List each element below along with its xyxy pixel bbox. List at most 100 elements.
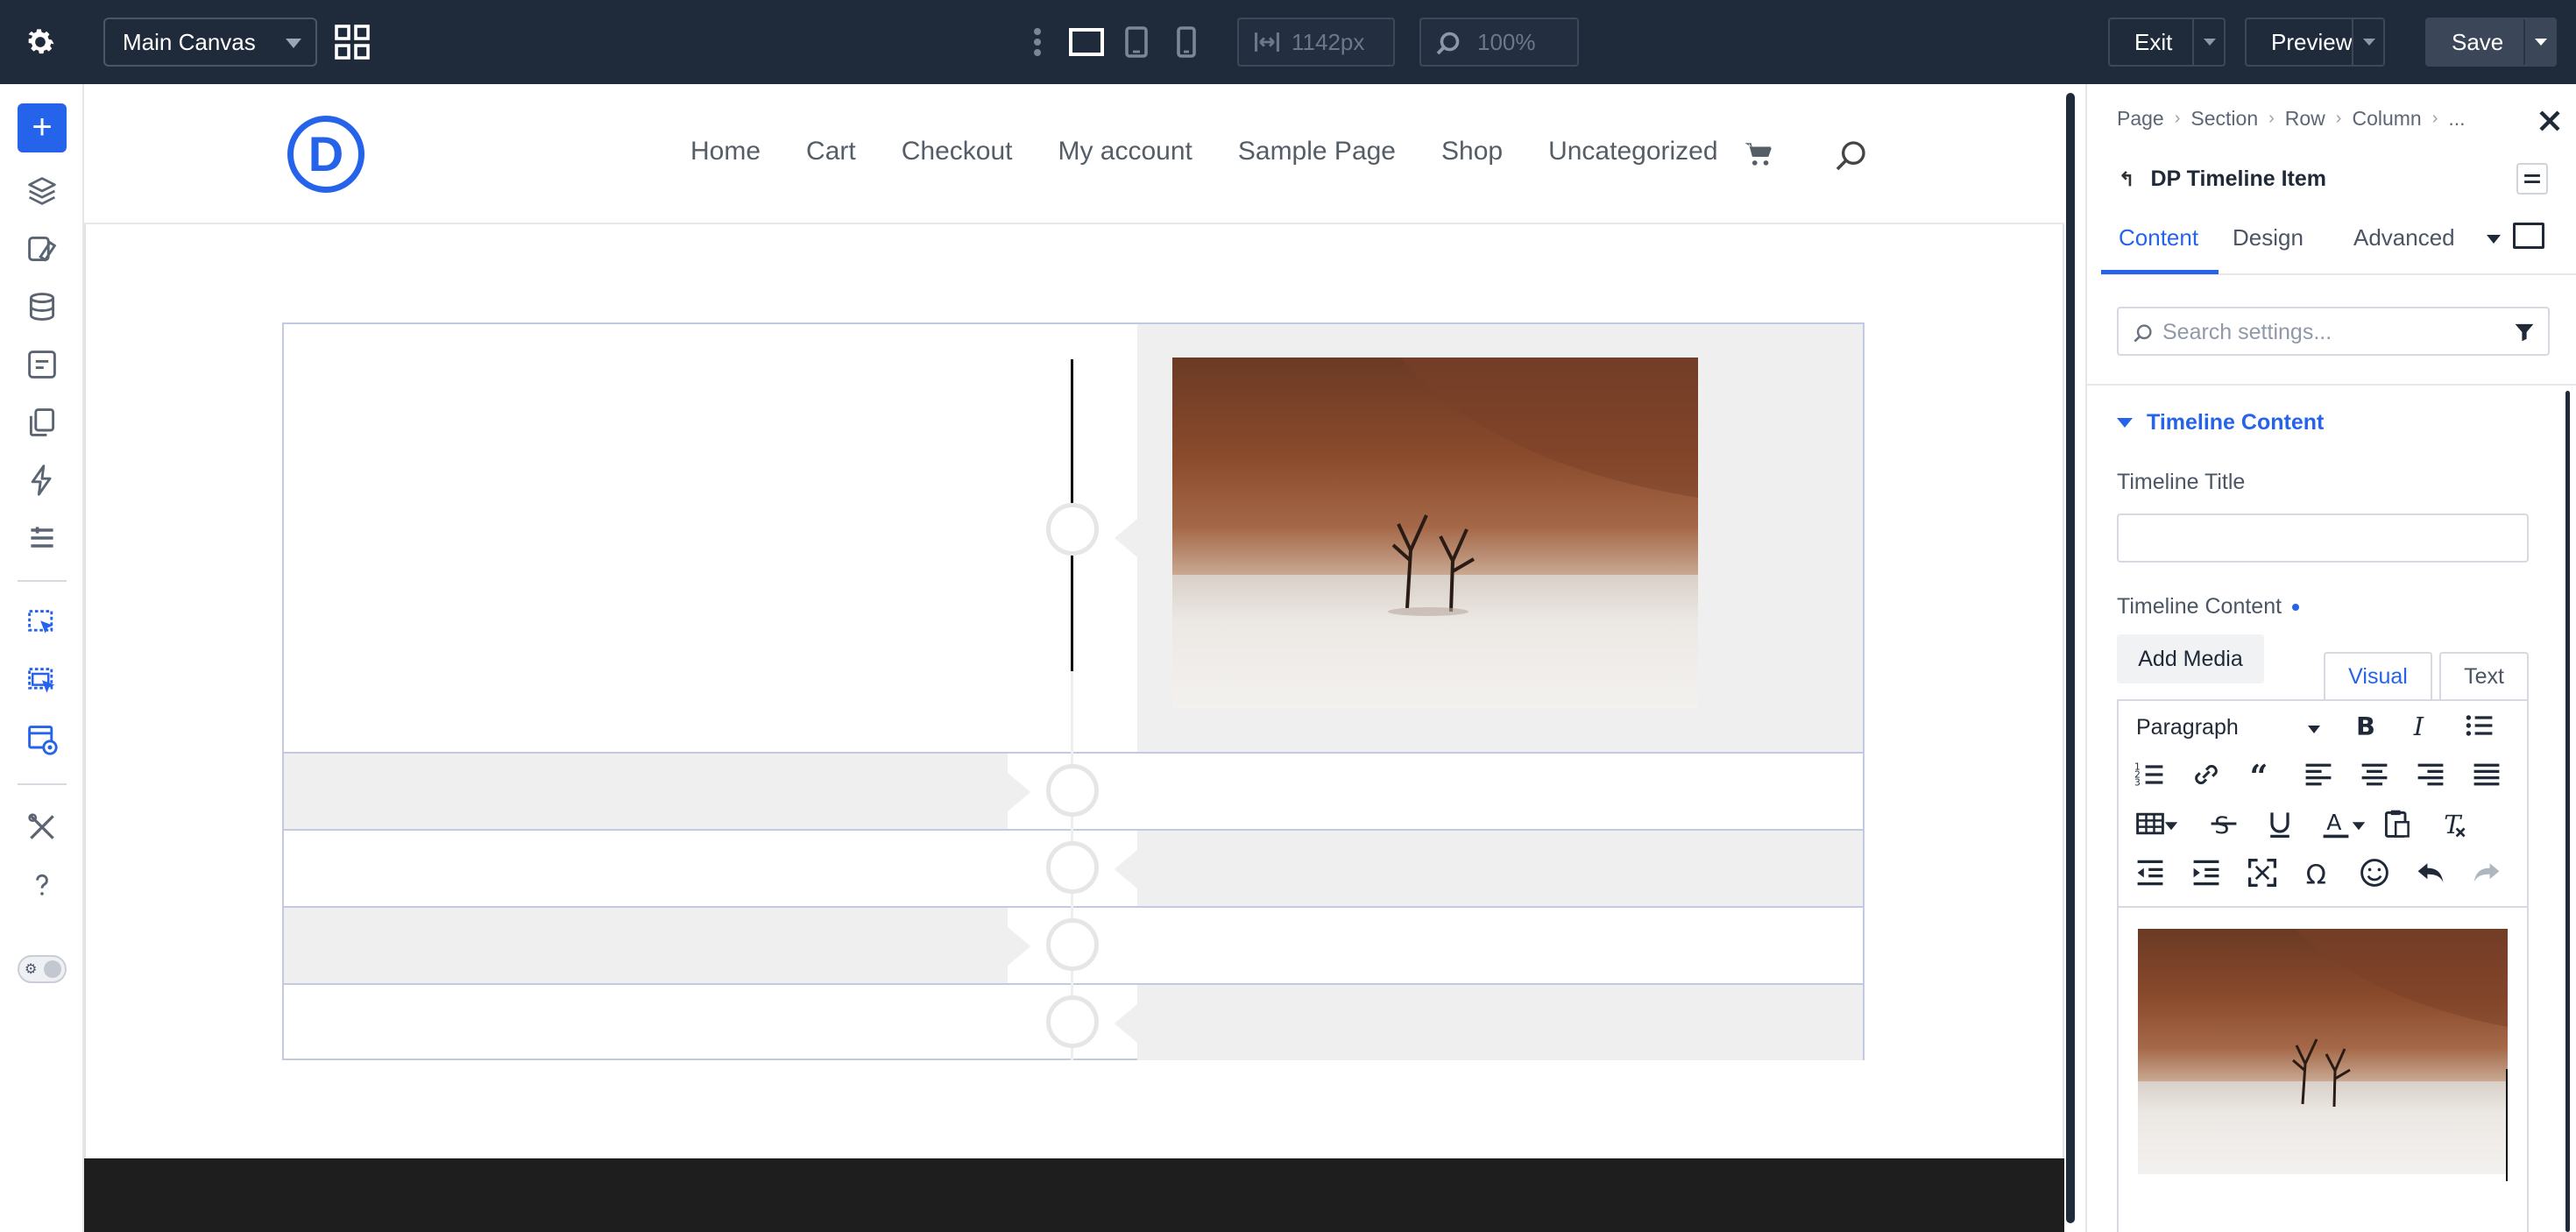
nav-my-account[interactable]: My account — [1058, 137, 1192, 166]
timeline-content-card[interactable] — [284, 908, 1008, 983]
align-center-icon[interactable] — [2359, 759, 2390, 790]
canvas-select[interactable]: Main Canvas — [103, 18, 317, 67]
tab-content[interactable]: Content — [2119, 224, 2198, 251]
text-color-icon[interactable]: A — [2320, 808, 2352, 839]
panel-scrollbar[interactable] — [2565, 391, 2570, 1232]
breadcrumb-page[interactable]: Page — [2117, 107, 2164, 131]
bold-icon[interactable]: B — [2348, 710, 2380, 741]
timeline-marker — [1046, 995, 1099, 1048]
grid-layout-icon[interactable] — [335, 25, 370, 60]
add-element-button[interactable]: + — [18, 103, 67, 152]
breadcrumb-column[interactable]: Column — [2352, 107, 2421, 131]
canvas-width-field[interactable]: 1142px — [1237, 18, 1395, 67]
exit-button[interactable]: Exit — [2108, 18, 2226, 67]
clear-formatting-icon[interactable]: T — [2438, 808, 2469, 839]
redo-icon[interactable] — [2471, 857, 2502, 889]
tabs-more-dropdown-icon[interactable] — [2487, 235, 2501, 244]
editor-desert-image[interactable] — [2138, 929, 2508, 1174]
emoji-icon[interactable] — [2359, 857, 2390, 889]
numbered-list-icon[interactable]: 123 — [2134, 759, 2166, 790]
align-left-icon[interactable] — [2303, 759, 2334, 790]
timeline-module[interactable] — [282, 322, 1865, 1060]
help-icon[interactable] — [26, 869, 58, 901]
special-character-icon[interactable]: Ω — [2303, 857, 2334, 889]
timeline-content-card[interactable] — [1137, 985, 1863, 1060]
editor-tab-visual[interactable]: Visual — [2324, 652, 2432, 699]
list-settings-icon[interactable] — [26, 522, 58, 554]
nav-home[interactable]: Home — [690, 137, 761, 166]
theme-toggle[interactable]: ⚙ — [18, 955, 67, 983]
nav-cart[interactable]: Cart — [806, 137, 856, 166]
table-icon[interactable] — [2134, 808, 2166, 839]
database-icon[interactable] — [26, 291, 58, 322]
breadcrumb-section[interactable]: Section — [2190, 107, 2258, 131]
select-element-icon[interactable] — [26, 608, 58, 640]
strikethrough-icon[interactable]: S — [2208, 808, 2240, 839]
frame-view-icon[interactable] — [2513, 223, 2544, 249]
timeline-content-card[interactable] — [284, 754, 1008, 829]
nav-checkout[interactable]: Checkout — [902, 137, 1013, 166]
site-logo[interactable]: D — [287, 116, 364, 193]
tools-icon[interactable] — [26, 811, 58, 843]
breadcrumb-row[interactable]: Row — [2285, 107, 2325, 131]
editor-tab-text[interactable]: Text — [2439, 652, 2529, 699]
save-button[interactable]: Save — [2425, 18, 2557, 67]
tab-design[interactable]: Design — [2233, 224, 2304, 251]
forms-icon[interactable] — [26, 349, 58, 380]
exit-dropdown-toggle[interactable] — [2192, 19, 2224, 65]
timeline-title-input[interactable] — [2117, 513, 2529, 563]
timeline-content-card[interactable] — [1137, 831, 1863, 906]
table-dropdown-icon[interactable] — [2162, 808, 2180, 839]
add-media-button[interactable]: Add Media — [2117, 634, 2264, 683]
save-dropdown-toggle[interactable] — [2523, 19, 2555, 65]
tablet-view-icon[interactable] — [1123, 26, 1150, 58]
close-icon[interactable] — [2537, 109, 2562, 133]
nav-uncategorized[interactable]: Uncategorized — [1548, 137, 1717, 166]
breadcrumb-more[interactable]: ... — [2448, 107, 2465, 131]
paragraph-format-select[interactable]: Paragraph — [2136, 715, 2239, 740]
blockquote-icon[interactable]: “ — [2247, 759, 2278, 790]
paste-text-icon[interactable] — [2381, 808, 2413, 839]
justify-icon[interactable] — [2471, 759, 2502, 790]
timeline-marker — [1046, 918, 1099, 971]
preview-layout-icon[interactable] — [26, 724, 58, 755]
settings-gear-icon[interactable] — [23, 25, 58, 60]
canvas-scrollbar[interactable] — [2066, 93, 2075, 1223]
tab-advanced[interactable]: Advanced — [2353, 224, 2455, 251]
nav-sample-page[interactable]: Sample Page — [1238, 137, 1396, 166]
settings-search-input[interactable]: Search settings... — [2117, 307, 2550, 356]
bullet-list-icon[interactable] — [2464, 710, 2495, 741]
preview-button[interactable]: Preview — [2245, 18, 2385, 67]
desert-image[interactable] — [1172, 358, 1698, 708]
more-vertical-icon[interactable] — [1030, 26, 1044, 58]
cart-icon[interactable] — [1744, 140, 1773, 168]
lightning-icon[interactable] — [26, 464, 58, 496]
zoom-field[interactable]: 100% — [1419, 18, 1579, 67]
undo-icon[interactable] — [2415, 857, 2446, 889]
multi-select-icon[interactable] — [26, 666, 58, 697]
layers-icon[interactable] — [26, 175, 58, 207]
align-right-icon[interactable] — [2415, 759, 2446, 790]
filter-icon[interactable] — [2513, 321, 2536, 343]
back-arrow-icon[interactable]: ↰ — [2119, 168, 2134, 191]
design-library-icon[interactable] — [26, 233, 58, 265]
pages-icon[interactable] — [26, 407, 58, 438]
search-placeholder: Search settings... — [2162, 320, 2332, 344]
text-color-dropdown-icon[interactable] — [2350, 808, 2367, 839]
rich-text-editor[interactable]: Paragraph B I 123 “ S A T Ω — [2117, 699, 2529, 1232]
desktop-view-icon[interactable] — [1069, 28, 1104, 56]
panel-options-icon[interactable] — [2516, 163, 2548, 195]
underline-icon[interactable] — [2264, 808, 2296, 839]
search-icon[interactable] — [1833, 138, 1868, 173]
preview-dropdown-toggle[interactable] — [2352, 19, 2383, 65]
phone-view-icon[interactable] — [1176, 26, 1197, 58]
modified-dot-icon — [2292, 604, 2300, 612]
italic-icon[interactable]: I — [2404, 710, 2436, 741]
nav-shop[interactable]: Shop — [1441, 137, 1503, 166]
link-icon[interactable] — [2190, 759, 2222, 790]
outdent-icon[interactable] — [2134, 857, 2166, 889]
builder-root: Main Canvas 1142px 100% Exit Preview Sav… — [0, 0, 2576, 1232]
indent-icon[interactable] — [2190, 857, 2222, 889]
section-toggle-timeline-content[interactable]: Timeline Content — [2117, 410, 2324, 435]
fullscreen-icon[interactable] — [2247, 857, 2278, 889]
